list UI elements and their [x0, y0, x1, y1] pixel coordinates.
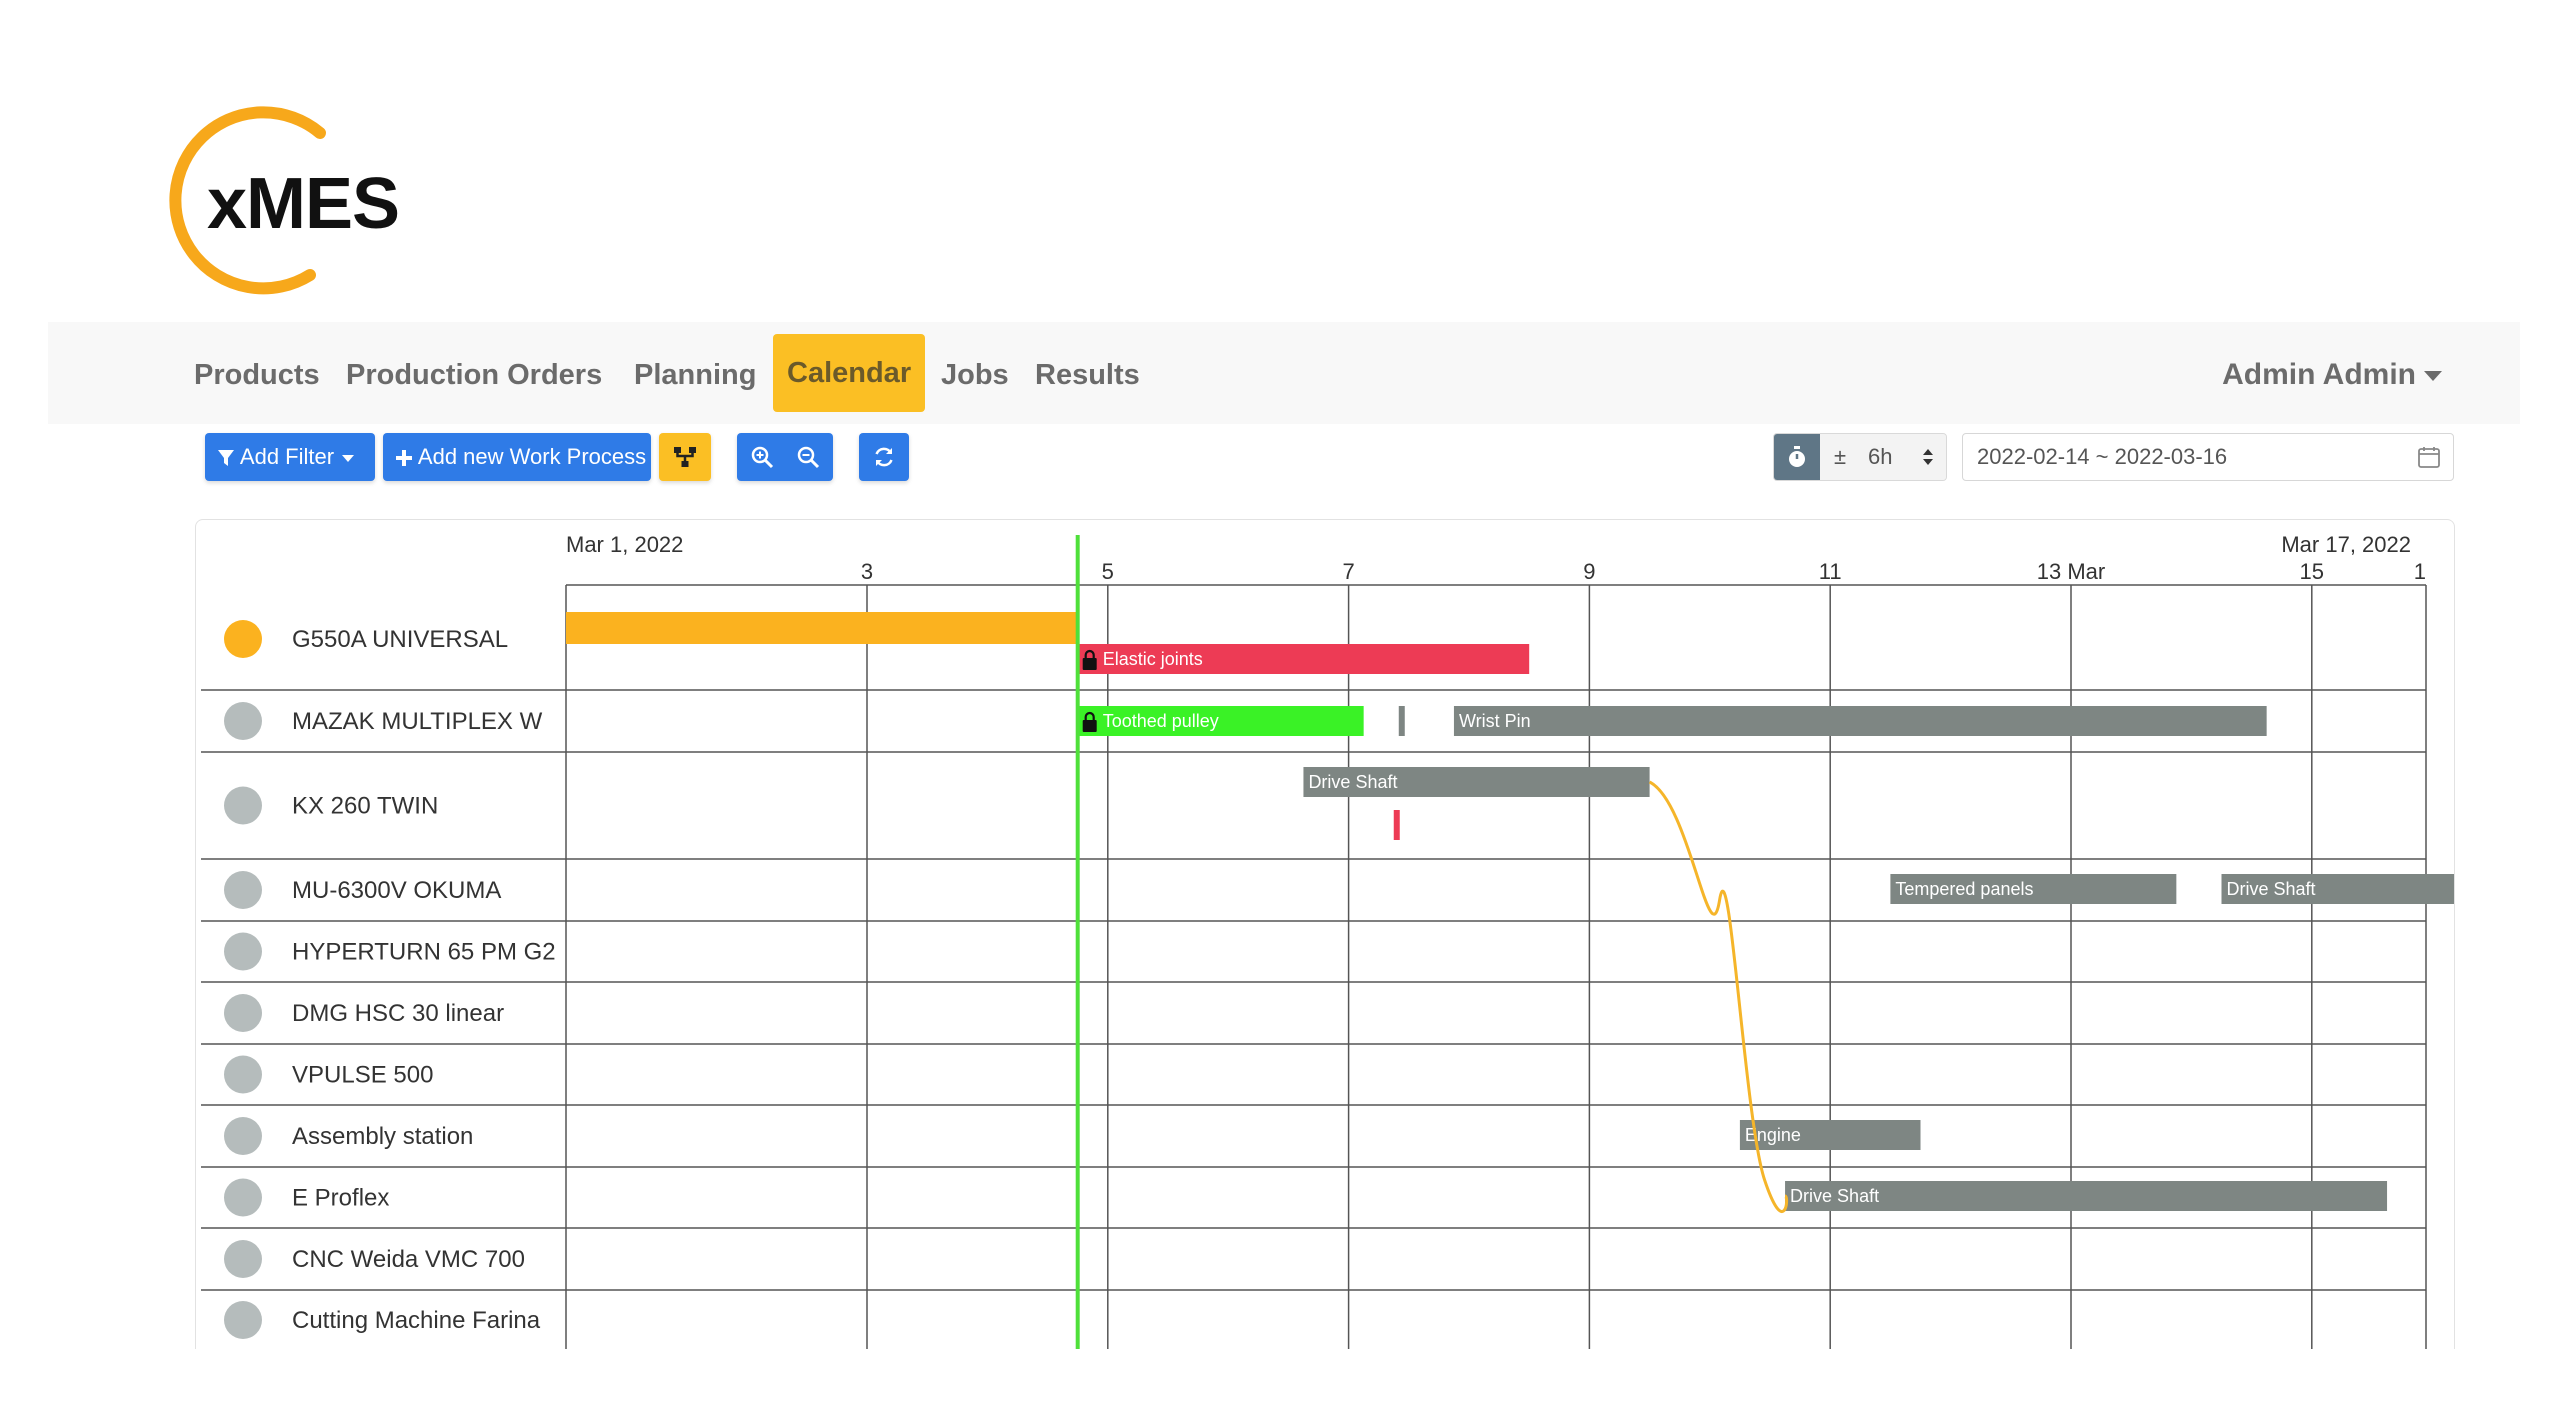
interval-value: 6h — [1868, 444, 1893, 469]
resource-status-dot — [224, 1301, 262, 1339]
tick-label: 9 — [1583, 559, 1595, 584]
sort-icon — [1923, 449, 1933, 465]
task-label: Toothed pulley — [1103, 711, 1219, 731]
filter-icon — [218, 450, 234, 467]
task-marker[interactable] — [566, 612, 1078, 644]
task-bar-wrist-pin[interactable] — [1453, 706, 2267, 736]
resource-label[interactable]: CNC Weida VMC 700 — [292, 1246, 525, 1273]
task-label: Drive Shaft — [1790, 1186, 1879, 1206]
resource-status-dot — [224, 1117, 262, 1155]
nav-results[interactable]: Results — [1035, 352, 1140, 402]
resource-label[interactable]: E Proflex — [292, 1185, 389, 1212]
resource-status-dot — [224, 932, 262, 971]
refresh-icon — [875, 447, 893, 467]
zoom-in-icon[interactable] — [750, 445, 774, 469]
date-range-value: 2022-02-14 ~ 2022-03-16 — [1977, 444, 2228, 469]
lock-icon — [1082, 720, 1097, 732]
task-label: Drive Shaft — [1308, 772, 1397, 792]
interval-select[interactable]: 6h — [1860, 434, 1946, 480]
nav-planning[interactable]: Planning — [634, 352, 756, 402]
task-label: Elastic joints — [1103, 649, 1203, 669]
zoom-out-icon[interactable] — [796, 445, 820, 469]
resource-label[interactable]: DMG HSC 30 linear — [292, 1000, 504, 1027]
timeline-start-label: Mar 1, 2022 — [566, 532, 683, 557]
nav-products[interactable]: Products — [194, 352, 320, 402]
resource-status-dot — [224, 871, 262, 909]
chevron-down-icon — [342, 454, 355, 462]
resource-label[interactable]: MAZAK MULTIPLEX W — [292, 708, 543, 735]
tick-label: 7 — [1342, 559, 1354, 584]
resource-label[interactable]: Assembly station — [292, 1123, 473, 1150]
zoom-group — [737, 433, 833, 481]
tick-label: 1 — [2414, 559, 2426, 584]
resource-label[interactable]: VPULSE 500 — [292, 1062, 433, 1089]
resource-status-dot — [224, 1240, 262, 1278]
tick-label: 15 — [2300, 559, 2324, 584]
refresh-button[interactable] — [859, 433, 909, 481]
interval-prefix: ± — [1833, 444, 1847, 469]
nav-production-orders[interactable]: Production Orders — [346, 352, 602, 402]
tick-label: 3 — [861, 559, 873, 584]
plus-icon — [396, 450, 412, 467]
timeline-end-label: Mar 17, 2022 — [2281, 532, 2411, 557]
main-navbar: Products Production Orders Planning Cale… — [48, 322, 2520, 424]
resource-label[interactable]: Cutting Machine Farina — [292, 1307, 541, 1334]
lock-icon — [1082, 658, 1097, 670]
tick-label: 5 — [1102, 559, 1114, 584]
add-work-process-button[interactable]: Add new Work Process — [383, 433, 651, 481]
stopwatch-icon — [1789, 446, 1805, 467]
tick-label: 11 — [1819, 559, 1842, 584]
xmes-logo: xMES — [155, 105, 415, 305]
resource-status-dot — [224, 786, 262, 825]
chevron-down-icon — [2424, 371, 2442, 382]
add-filter-label: Add Filter — [239, 444, 335, 469]
calendar-icon — [2418, 447, 2440, 468]
user-name: Admin Admin — [2222, 358, 2416, 391]
gantt-chart: Mar 1, 2022 Mar 17, 2022 3 5 7 9 11 13 Mar 15 1 G5… — [195, 519, 2455, 1349]
tick-label: 13 Mar — [2037, 559, 2105, 584]
task-marker[interactable] — [1398, 706, 1405, 736]
task-label: Tempered panels — [1895, 879, 2033, 899]
resource-label[interactable]: KX 260 TWIN — [292, 793, 438, 820]
resource-label[interactable]: HYPERTURN 65 PM G2 — [292, 939, 556, 966]
nav-jobs[interactable]: Jobs — [941, 352, 1009, 402]
resource-label[interactable]: G550A UNIVERSAL — [292, 626, 508, 653]
dependency-tree-button[interactable] — [659, 433, 711, 481]
logo-text: xMES — [207, 164, 400, 244]
timer-button[interactable] — [1774, 434, 1820, 480]
gantt-canvas: Mar 1, 2022 Mar 17, 2022 3 5 7 9 11 13 Mar 15 1 G5… — [201, 532, 2454, 1349]
task-label: Wrist Pin — [1459, 711, 1531, 731]
resource-status-dot — [224, 994, 262, 1032]
nav-calendar[interactable]: Calendar — [773, 334, 926, 412]
resource-status-dot — [224, 620, 262, 658]
user-menu[interactable]: Admin Admin — [2222, 352, 2442, 398]
add-work-process-label: Add new Work Process — [417, 444, 647, 469]
resource-status-dot — [224, 1178, 262, 1217]
interval-control: ± 6h — [1773, 433, 1947, 481]
sitemap-icon — [674, 447, 696, 467]
resource-status-dot — [224, 702, 262, 740]
task-label: Drive Shaft — [2227, 879, 2316, 899]
date-range-input[interactable]: 2022-02-14 ~ 2022-03-16 — [1962, 433, 2454, 481]
resource-status-dot — [224, 1055, 262, 1094]
resource-label[interactable]: MU-6300V OKUMA — [292, 877, 501, 904]
add-filter-button[interactable]: Add Filter — [205, 433, 375, 481]
task-marker[interactable] — [1393, 810, 1400, 840]
